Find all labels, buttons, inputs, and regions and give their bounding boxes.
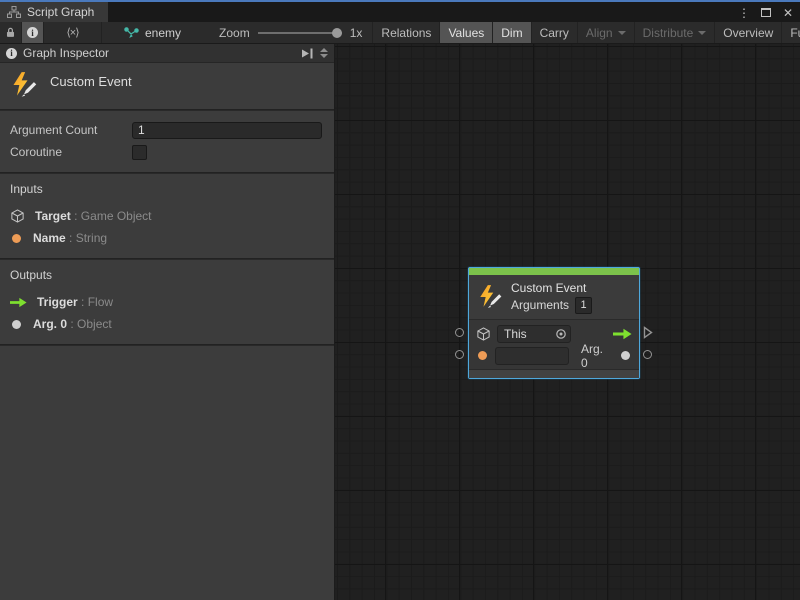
dim-button[interactable]: Dim — [493, 22, 531, 43]
argument-count-row: Argument Count — [10, 120, 322, 140]
inspector-titlebar: i Graph Inspector — [0, 44, 334, 63]
align-dropdown[interactable]: Align — [578, 22, 635, 43]
info-icon: i — [6, 48, 17, 59]
node-output-port-trigger[interactable] — [643, 326, 653, 344]
divider — [0, 344, 334, 346]
custom-event-icon — [477, 284, 503, 310]
values-button[interactable]: Values — [440, 22, 493, 43]
lock-button[interactable] — [0, 22, 22, 43]
node-body: This Arg. 0 — [469, 320, 639, 369]
scroll-down-icon[interactable] — [320, 54, 328, 58]
lock-icon — [6, 26, 15, 39]
target-dropdown[interactable]: This — [497, 325, 571, 343]
tab-script-graph[interactable]: Script Graph — [0, 2, 108, 22]
custom-event-node[interactable]: Custom Event Arguments 1 — [468, 267, 640, 379]
node-row-name: Arg. 0 — [476, 345, 632, 366]
node-title: Custom Event — [511, 281, 592, 295]
distribute-dropdown[interactable]: Distribute — [635, 22, 716, 43]
close-icon[interactable]: ✕ — [780, 6, 796, 20]
graph-icon — [7, 6, 21, 18]
zoom-slider-track — [258, 32, 342, 34]
panel-scrubber[interactable] — [320, 48, 330, 58]
graph-toolbar: i ⟨×⟩ enemy Zoom 1x — [0, 22, 800, 44]
node-header[interactable]: Custom Event Arguments 1 — [469, 275, 639, 319]
scroll-up-icon[interactable] — [320, 48, 328, 52]
inputs-section: Inputs Target : Game Object Name : Strin… — [0, 174, 334, 258]
coroutine-checkbox[interactable] — [132, 145, 147, 160]
outputs-section: Outputs Trigger : Flow Arg. 0 : Object — [0, 260, 334, 344]
inputs-header: Inputs — [10, 182, 324, 196]
carry-button[interactable]: Carry — [532, 22, 578, 43]
info-icon: i — [27, 27, 38, 38]
zoom-control: Zoom 1x — [193, 22, 372, 43]
unit-settings: Argument Count Coroutine — [0, 111, 334, 172]
object-port-icon — [621, 351, 630, 360]
node-color-bar — [469, 268, 639, 275]
custom-event-icon — [10, 71, 38, 99]
argument-count-label: Argument Count — [10, 123, 132, 137]
input-port-row: Name : String — [10, 228, 324, 248]
code-icon: ⟨×⟩ — [66, 26, 78, 39]
inspector-toggle-button[interactable]: i — [22, 22, 44, 43]
code-view-button[interactable]: ⟨×⟩ — [44, 22, 102, 43]
node-footer — [469, 369, 639, 378]
cube-icon — [476, 326, 491, 342]
outputs-header: Outputs — [10, 268, 324, 282]
inspector-title: Graph Inspector — [23, 46, 295, 60]
output-port-row: Trigger : Flow — [10, 292, 324, 312]
graph-inspector-panel: i Graph Inspector — [0, 44, 335, 600]
graph-reference[interactable]: enemy — [102, 22, 193, 43]
unit-header: Custom Event — [0, 63, 334, 109]
maximize-icon[interactable] — [758, 6, 774, 20]
node-input-port-name[interactable] — [455, 350, 464, 359]
toolbar-toggle-group: Relations Values Dim Carry Align Distrib… — [372, 22, 800, 43]
node-input-port-target[interactable] — [455, 328, 464, 337]
event-name-field[interactable] — [495, 347, 569, 365]
node-output-port-arg0[interactable] — [643, 350, 652, 359]
coroutine-row: Coroutine — [10, 142, 322, 162]
zoom-slider[interactable] — [258, 27, 342, 39]
relations-button[interactable]: Relations — [373, 22, 440, 43]
node-arguments-field[interactable]: 1 — [575, 297, 592, 314]
dock-panel-icon[interactable] — [301, 48, 314, 59]
unit-title: Custom Event — [50, 71, 132, 89]
argument-count-field[interactable] — [132, 122, 322, 139]
fullscreen-button[interactable]: Full Screen — [782, 22, 800, 43]
zoom-slider-handle[interactable] — [332, 28, 342, 38]
node-arguments-label: Arguments — [511, 298, 569, 312]
chevron-down-icon — [698, 31, 706, 35]
flow-arrow-icon — [613, 328, 632, 340]
tab-label: Script Graph — [27, 5, 94, 19]
object-port-icon — [12, 320, 21, 329]
input-port-row: Target : Game Object — [10, 206, 324, 226]
string-port-icon — [12, 234, 21, 243]
window-menu-icon[interactable]: ⋮ — [736, 6, 752, 20]
output-port-row: Arg. 0 : Object — [10, 314, 324, 334]
flow-port-triangle-icon — [643, 326, 653, 339]
window-controls: ⋮ ✕ — [736, 4, 796, 22]
graph-name-label: enemy — [145, 26, 181, 40]
enemy-graph-icon — [124, 27, 139, 39]
chevron-down-icon — [618, 31, 626, 35]
script-graph-window: Script Graph ⋮ ✕ i ⟨×⟩ — [0, 0, 800, 600]
string-port-icon — [478, 351, 487, 360]
cube-icon — [10, 208, 25, 224]
overview-button[interactable]: Overview — [715, 22, 782, 43]
zoom-label: Zoom — [219, 26, 250, 40]
tab-bar: Script Graph ⋮ ✕ — [0, 2, 800, 22]
flow-arrow-icon — [10, 297, 27, 308]
arg0-label: Arg. 0 — [581, 342, 611, 370]
zoom-value: 1x — [350, 26, 363, 40]
graph-canvas[interactable]: Custom Event Arguments 1 — [335, 44, 800, 600]
object-picker-icon[interactable] — [555, 328, 567, 340]
coroutine-label: Coroutine — [10, 145, 132, 159]
